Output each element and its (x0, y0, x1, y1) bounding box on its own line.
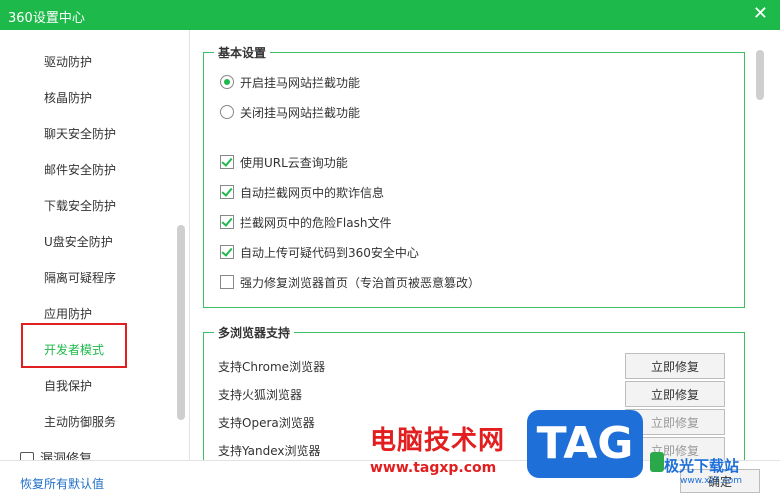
checkbox-unchecked-icon[interactable] (220, 275, 234, 289)
check-block-fraud-label: 自动拦截网页中的欺诈信息 (240, 185, 385, 200)
watermark-tag-logo: TAG (527, 410, 643, 478)
watermark-text: 电脑技术网 (370, 426, 506, 456)
sidebar-scroll-thumb[interactable] (177, 225, 185, 420)
checkbox-checked-icon[interactable] (220, 155, 234, 169)
browser-label-yandex: 支持Yandex浏览器 (218, 444, 321, 458)
watermark-site-icon (650, 452, 664, 472)
sidebar-item-chat-security[interactable]: 聊天安全防护 (44, 124, 116, 144)
sidebar-item-self-protection[interactable]: 自我保护 (44, 376, 92, 396)
browser-label-opera: 支持Opera浏览器 (218, 416, 315, 430)
repair-firefox-button[interactable]: 立即修复 (625, 381, 725, 407)
checkbox-checked-icon[interactable] (220, 215, 234, 229)
sidebar-item-active-defense[interactable]: 主动防御服务 (44, 412, 116, 432)
sidebar-item-mail-security[interactable]: 邮件安全防护 (44, 160, 116, 180)
watermark-url: www.tagxp.com (370, 460, 497, 476)
check-upload-code[interactable]: 自动上传可疑代码到360安全中心 (220, 243, 419, 261)
sidebar-group-vuln-fix[interactable]: 漏洞修复 (20, 448, 92, 460)
checkbox-checked-icon[interactable] (220, 185, 234, 199)
browser-label-chrome: 支持Chrome浏览器 (218, 360, 326, 374)
sidebar-item-core-crystal[interactable]: 核晶防护 (44, 88, 92, 108)
check-block-flash-label: 拦截网页中的危险Flash文件 (240, 215, 392, 230)
radio-enable-block[interactable]: 开启挂马网站拦截功能 (220, 73, 360, 91)
basic-settings-legend: 基本设置 (214, 44, 271, 61)
check-repair-homepage[interactable]: 强力修复浏览器首页（专治首页被恶意篡改） (220, 273, 480, 291)
sidebar-item-app-protection[interactable]: 应用防护 (44, 304, 92, 324)
basic-settings-group: 基本设置 开启挂马网站拦截功能 关闭挂马网站拦截功能 使用URL云查询功能 自动… (203, 44, 745, 308)
patch-icon (20, 452, 34, 460)
radio-enable-label: 开启挂马网站拦截功能 (240, 75, 361, 90)
multi-browser-legend: 多浏览器支持 (214, 324, 295, 341)
check-upload-code-label: 自动上传可疑代码到360安全中心 (240, 245, 419, 260)
radio-off-icon[interactable] (220, 105, 234, 119)
sidebar-item-driver-protection[interactable]: 驱动防护 (44, 52, 92, 72)
browser-label-firefox: 支持火狐浏览器 (218, 388, 303, 402)
checkbox-checked-icon[interactable] (220, 245, 234, 259)
browser-row-chrome: 支持Chrome浏览器 立即修复 (218, 353, 728, 379)
sidebar-item-developer-mode[interactable]: 开发者模式 (44, 340, 104, 360)
check-block-fraud[interactable]: 自动拦截网页中的欺诈信息 (220, 183, 384, 201)
sidebar: 驱动防护 核晶防护 聊天安全防护 邮件安全防护 下载安全防护 U盘安全防护 隔离… (0, 30, 190, 460)
check-block-flash[interactable]: 拦截网页中的危险Flash文件 (220, 213, 391, 231)
title-bar: 360设置中心 ✕ (0, 0, 780, 30)
watermark-site-url: www.xz7.com (680, 476, 742, 486)
sidebar-group-label: 漏洞修复 (40, 452, 93, 460)
window-title: 360设置中心 (8, 11, 85, 26)
check-repair-homepage-label: 强力修复浏览器首页（专治首页被恶意篡改） (240, 275, 481, 290)
repair-chrome-button[interactable]: 立即修复 (625, 353, 725, 379)
sidebar-item-usb-security[interactable]: U盘安全防护 (44, 232, 113, 252)
check-url-cloud[interactable]: 使用URL云查询功能 (220, 153, 348, 171)
close-icon[interactable]: ✕ (753, 3, 768, 25)
restore-defaults-link[interactable]: 恢复所有默认值 (20, 475, 104, 492)
radio-disable-block[interactable]: 关闭挂马网站拦截功能 (220, 103, 360, 121)
radio-disable-label: 关闭挂马网站拦截功能 (240, 105, 361, 120)
content-scrollbar[interactable] (755, 38, 765, 458)
check-url-cloud-label: 使用URL云查询功能 (240, 155, 348, 170)
radio-on-icon[interactable] (220, 75, 234, 89)
sidebar-item-quarantine[interactable]: 隔离可疑程序 (44, 268, 116, 288)
sidebar-scrollbar[interactable] (177, 30, 185, 460)
sidebar-item-download-security[interactable]: 下载安全防护 (44, 196, 116, 216)
watermark-site-name: 极光下载站 (664, 457, 740, 475)
browser-row-firefox: 支持火狐浏览器 立即修复 (218, 381, 728, 407)
content-scroll-thumb[interactable] (756, 50, 764, 100)
